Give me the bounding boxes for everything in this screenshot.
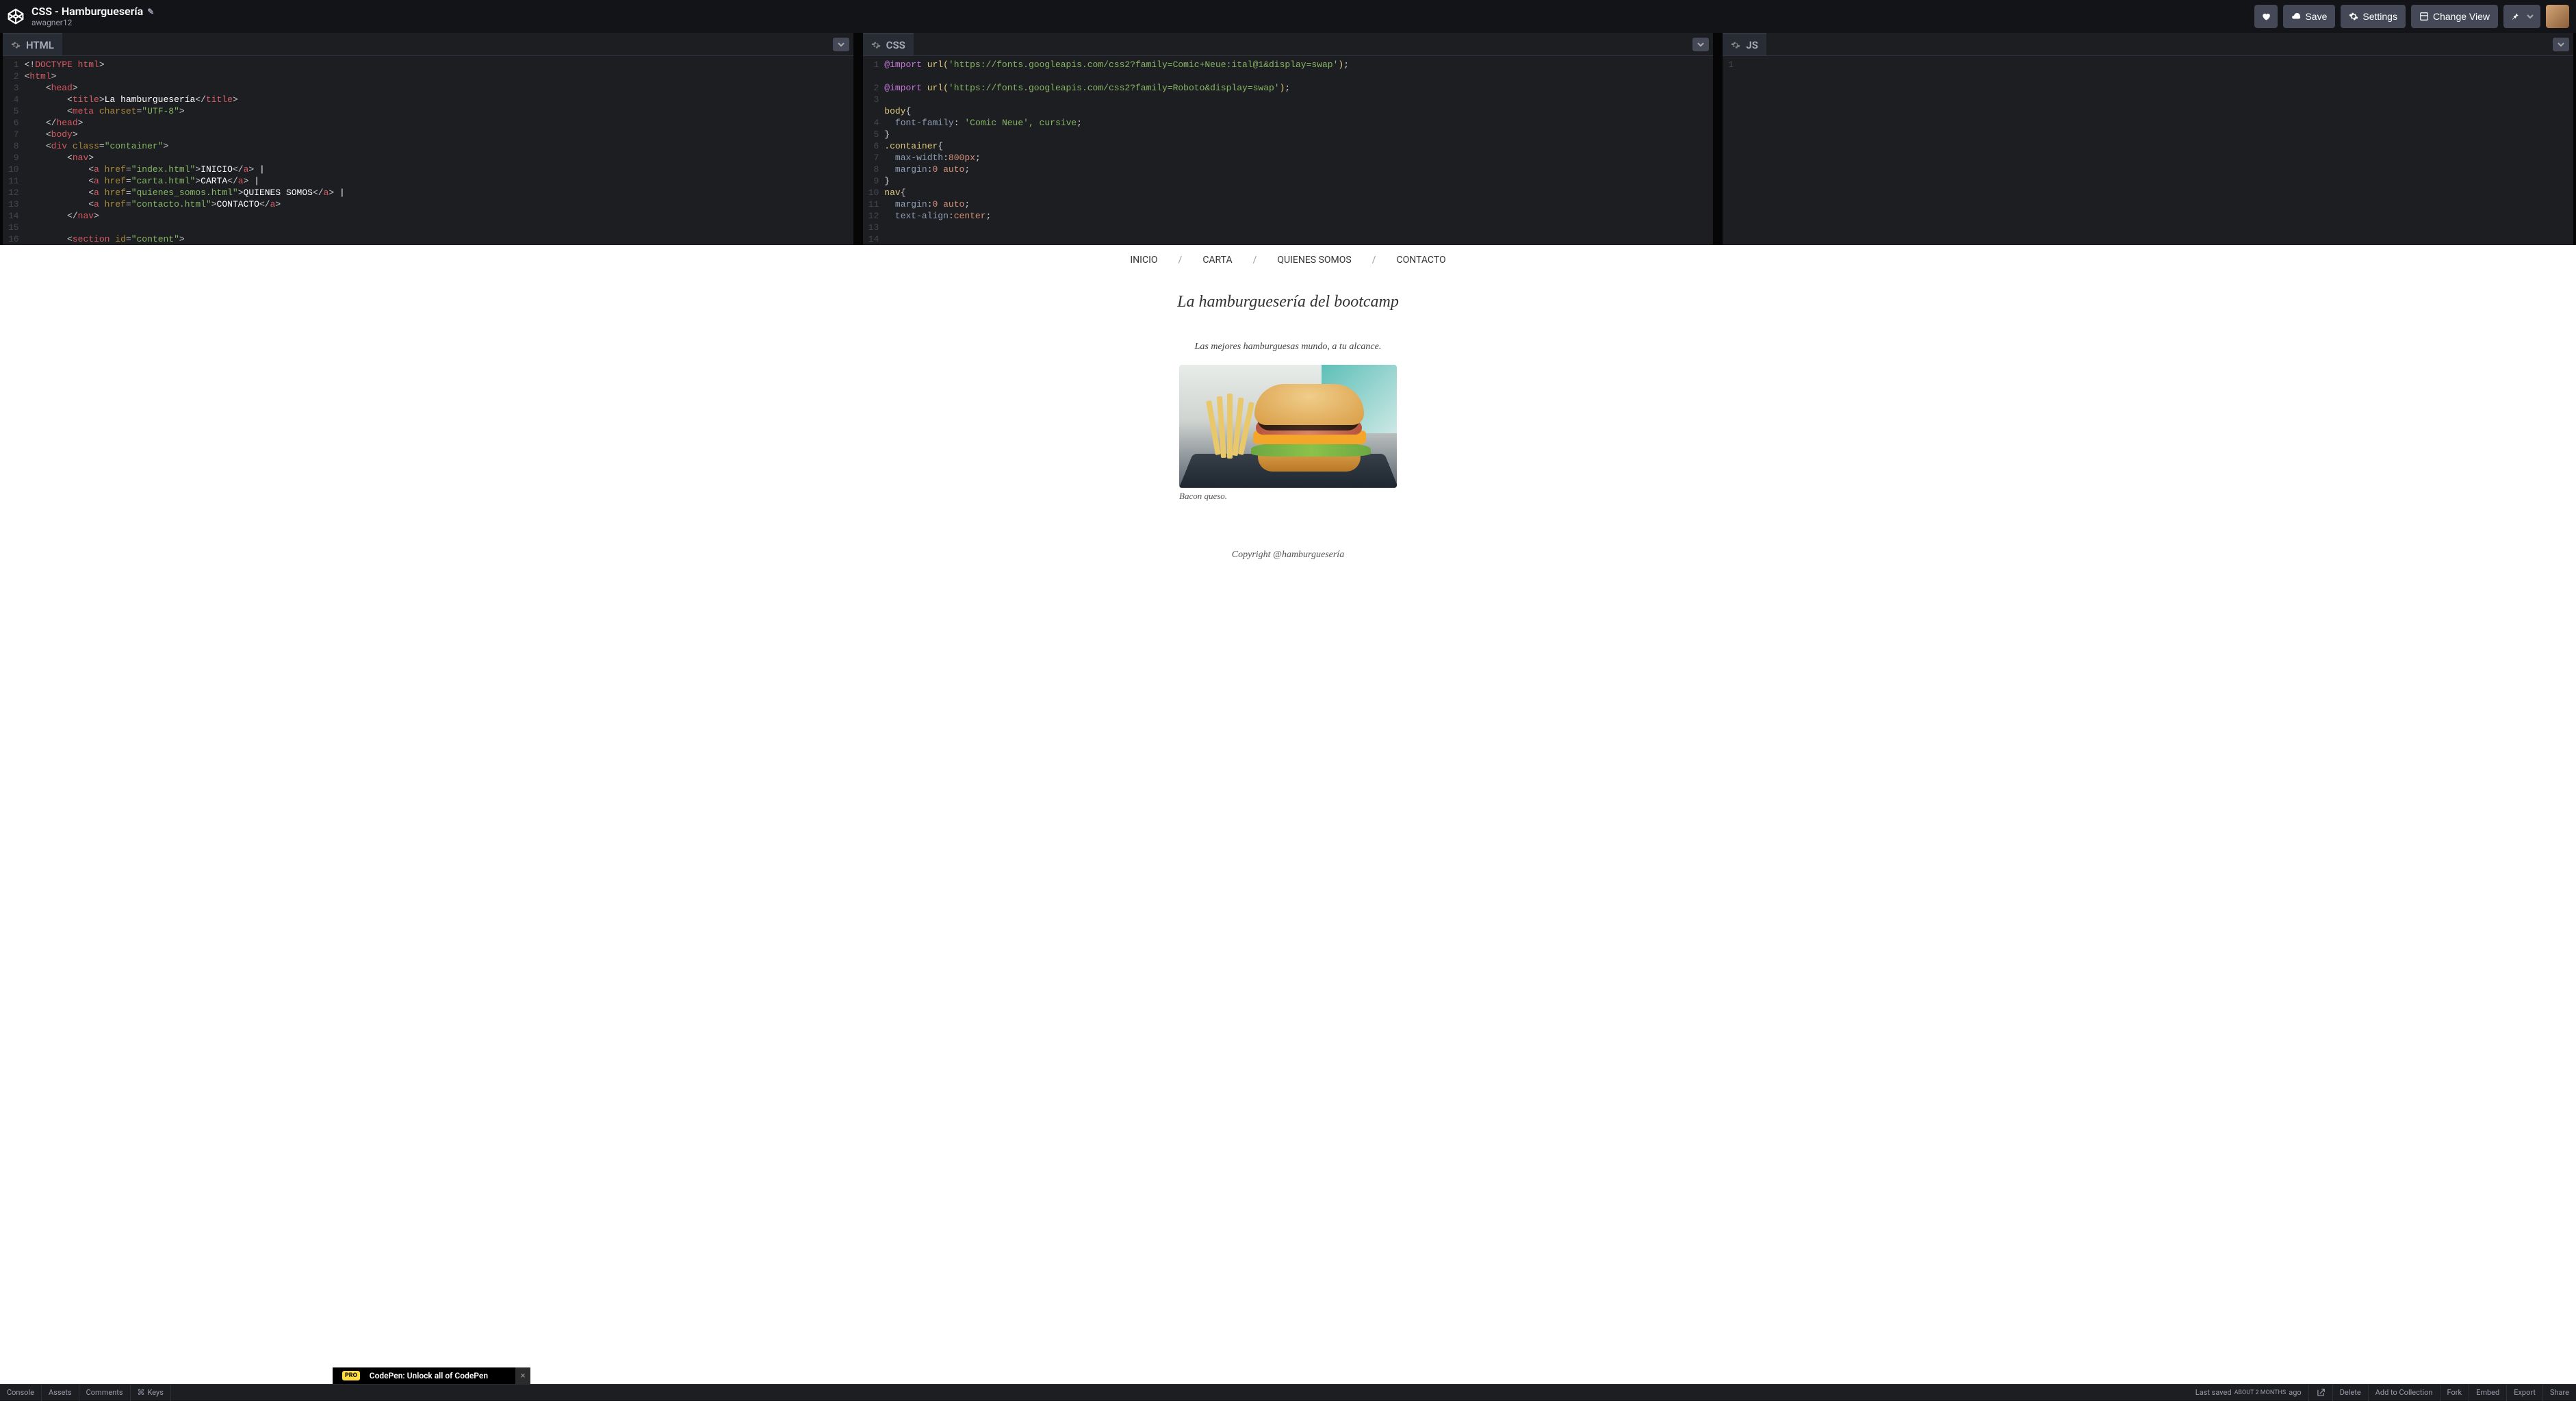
html-editor[interactable]: 1 2 3 4 5 6 7 8 9 10 11 12 13 14 15 16 <… xyxy=(3,56,853,245)
js-editor[interactable]: 1 xyxy=(1723,56,2573,245)
export-button[interactable]: Export xyxy=(2506,1385,2542,1401)
open-window-button[interactable] xyxy=(2308,1385,2332,1401)
edit-icon[interactable]: ✎ xyxy=(147,7,154,16)
title-group: CSS - Hamburguesería ✎ awagner12 xyxy=(31,5,154,28)
fork-button[interactable]: Fork xyxy=(2440,1385,2469,1401)
nav-carta[interactable]: CARTA xyxy=(1202,255,1232,266)
nav-contacto[interactable]: CONTACTO xyxy=(1396,255,1445,266)
app-header: CSS - Hamburguesería ✎ awagner12 Save Se… xyxy=(0,0,2576,33)
nav-inicio[interactable]: INICIO xyxy=(1130,255,1157,266)
html-code[interactable]: <!DOCTYPE html> <html> <head> <title>La … xyxy=(25,59,853,242)
user-avatar[interactable] xyxy=(2546,5,2569,28)
console-button[interactable]: Console xyxy=(0,1385,42,1401)
css-gutter: 1 2 3 4 5 6 7 8 9 10 11 12 13 14 xyxy=(863,59,885,242)
app-footer: Console Assets Comments ⌘ Keys Last save… xyxy=(0,1384,2576,1400)
assets-button[interactable]: Assets xyxy=(42,1385,79,1401)
css-editor[interactable]: 1 2 3 4 5 6 7 8 9 10 11 12 13 14 @import… xyxy=(863,56,1714,245)
js-panel-title: JS xyxy=(1746,39,1758,51)
burger-image xyxy=(1179,365,1397,488)
chevron-down-icon xyxy=(2527,13,2534,20)
gear-icon[interactable] xyxy=(11,40,21,50)
cloud-icon xyxy=(2291,12,2301,21)
pro-badge: PRO xyxy=(342,1371,360,1380)
gear-icon[interactable] xyxy=(871,40,881,50)
nav-sep: / xyxy=(1178,255,1183,266)
external-icon xyxy=(2316,1388,2326,1398)
pen-title[interactable]: CSS - Hamburguesería ✎ xyxy=(31,5,154,18)
layout-icon xyxy=(2419,12,2429,21)
js-panel-title-wrap[interactable]: JS xyxy=(1723,33,1766,55)
pin-icon xyxy=(2510,12,2520,21)
popup-text[interactable]: CodePen: Unlock all of CodePen xyxy=(370,1371,515,1380)
preview-pane: INICIO / CARTA / QUIENES SOMOS / CONTACT… xyxy=(0,245,2576,1384)
embed-button[interactable]: Embed xyxy=(2469,1385,2506,1401)
settings-button[interactable]: Settings xyxy=(2341,5,2406,28)
js-panel-header: JS xyxy=(1723,33,2573,56)
comments-button[interactable]: Comments xyxy=(79,1385,131,1401)
editor-panels: HTML 1 2 3 4 5 6 7 8 9 10 11 12 13 14 15… xyxy=(0,33,2576,245)
js-code[interactable] xyxy=(1739,59,2573,242)
last-saved: Last saved ABOUT 2 MONTHS ago xyxy=(2189,1385,2308,1401)
change-view-button[interactable]: Change View xyxy=(2411,5,2498,28)
html-gutter: 1 2 3 4 5 6 7 8 9 10 11 12 13 14 15 16 xyxy=(3,59,25,242)
css-code[interactable]: @import url('https://fonts.googleapis.co… xyxy=(884,59,1713,242)
pin-button[interactable] xyxy=(2503,5,2540,28)
nav-sep: / xyxy=(1372,255,1376,266)
popup-close-button[interactable]: × xyxy=(515,1367,530,1384)
footer-left: Console Assets Comments ⌘ Keys xyxy=(0,1385,171,1401)
css-panel-title-wrap[interactable]: CSS xyxy=(863,33,914,55)
html-panel-title-wrap[interactable]: HTML xyxy=(3,33,62,55)
html-panel-header: HTML xyxy=(3,33,853,56)
css-panel: CSS 1 2 3 4 5 6 7 8 9 10 11 12 13 14 @im… xyxy=(863,33,1714,245)
keys-button[interactable]: ⌘ Keys xyxy=(131,1385,171,1401)
css-panel-header: CSS xyxy=(863,33,1714,56)
footer-right: Last saved ABOUT 2 MONTHS ago Delete Add… xyxy=(2189,1385,2576,1401)
css-panel-menu[interactable] xyxy=(1692,38,1709,51)
command-icon: ⌘ xyxy=(138,1388,145,1397)
heart-button[interactable] xyxy=(2254,5,2278,28)
preview-subheading: Las mejores hamburguesas mundo, a tu alc… xyxy=(1195,342,1382,352)
html-panel-title: HTML xyxy=(26,39,54,51)
delete-button[interactable]: Delete xyxy=(2332,1385,2368,1401)
add-collection-button[interactable]: Add to Collection xyxy=(2368,1385,2440,1401)
pro-popup: PRO CodePen: Unlock all of CodePen × xyxy=(333,1367,530,1384)
gear-icon xyxy=(2349,12,2358,21)
share-button[interactable]: Share xyxy=(2542,1385,2576,1401)
codepen-logo-icon[interactable] xyxy=(7,8,25,25)
chevron-down-icon xyxy=(838,41,845,48)
preview-nav: INICIO / CARTA / QUIENES SOMOS / CONTACT… xyxy=(1130,255,1445,266)
heart-icon xyxy=(2261,12,2271,21)
nav-sep: / xyxy=(1253,255,1257,266)
css-panel-title: CSS xyxy=(886,39,905,51)
html-panel-menu[interactable] xyxy=(833,38,849,51)
js-panel: JS 1 xyxy=(1723,33,2573,245)
html-panel: HTML 1 2 3 4 5 6 7 8 9 10 11 12 13 14 15… xyxy=(3,33,853,245)
pen-author[interactable]: awagner12 xyxy=(31,18,154,27)
nav-quienes[interactable]: QUIENES SOMOS xyxy=(1277,255,1351,266)
js-panel-menu[interactable] xyxy=(2553,38,2569,51)
header-left: CSS - Hamburguesería ✎ awagner12 xyxy=(7,5,154,28)
gear-icon[interactable] xyxy=(1731,40,1740,50)
save-button[interactable]: Save xyxy=(2283,5,2335,28)
header-right: Save Settings Change View xyxy=(2254,5,2569,28)
image-caption: Bacon queso. xyxy=(1179,491,1397,502)
js-gutter: 1 xyxy=(1723,59,1739,242)
chevron-down-icon xyxy=(1697,41,1704,48)
preview-copyright: Copyright @hamburguesería xyxy=(1232,550,1344,561)
chevron-down-icon xyxy=(2558,41,2564,48)
preview-heading: La hamburguesería del bootcamp xyxy=(1177,293,1399,311)
close-icon: × xyxy=(521,1371,526,1381)
